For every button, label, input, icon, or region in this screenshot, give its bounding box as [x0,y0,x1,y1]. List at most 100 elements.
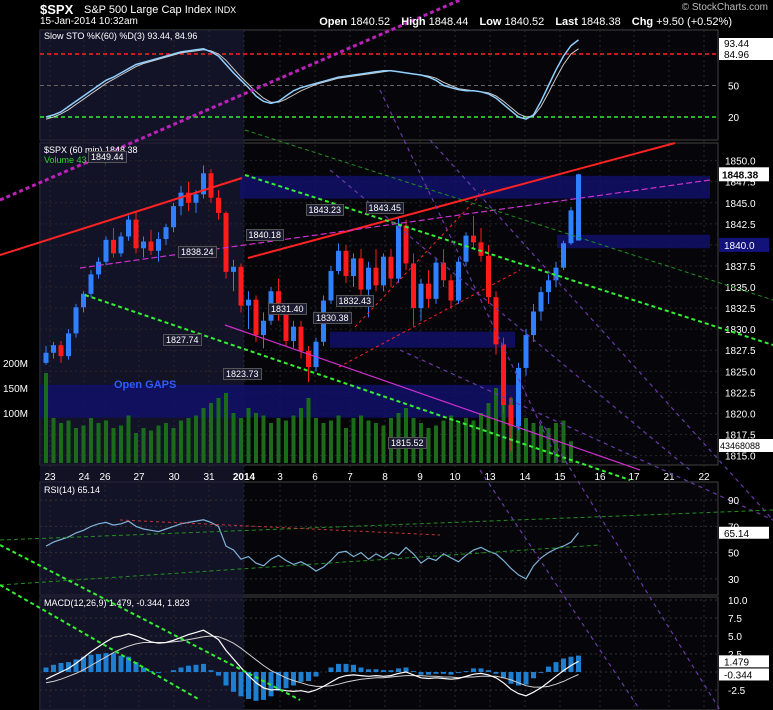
candle-body [291,326,296,341]
volume-bar [44,373,48,463]
volume-bar [126,415,131,463]
sto-tick-label: 20 [728,113,740,124]
candle-body [223,212,229,272]
candle-body [456,261,461,301]
candle-body [103,239,109,262]
candle-body [193,194,199,203]
candle-body [358,258,364,290]
rsi-tick-label: 30 [728,575,740,586]
x-tick-label: 27 [133,472,145,483]
price-annotation: 1843.23 [305,203,345,216]
volume-bar [66,420,71,463]
volume-bar [216,398,221,463]
macd-histogram-bar [553,662,559,672]
volume-bar [209,403,213,463]
macd-histogram-bar [456,672,461,673]
volume-last-text: 43468088 [720,441,760,451]
x-tick-label: 31 [203,472,215,483]
candle-body [216,197,221,213]
last-label: Last [555,16,578,28]
candle-body [253,299,259,336]
volume-bar [374,423,378,463]
price-annotation: 1832.43 [335,294,375,307]
security-name: S&P 500 Large Cap Index INDX [84,4,236,16]
volume-bar [404,408,408,463]
volume-bar [171,428,176,463]
volume-bar [366,420,371,463]
high-value: 1848.44 [428,16,469,28]
volume-bar [51,418,56,463]
exchange: INDX [214,5,237,15]
x-tick-label: 15 [554,472,566,483]
x-tick-label: 30 [168,472,180,483]
macd-legend: MACD(12,26,9) 1.479, -0.344, 1.823 [44,598,190,608]
candle-body [336,250,341,272]
volume-bar [524,418,528,463]
price-tick-label: 1825.0 [725,367,756,378]
macd-histogram-bar [486,670,491,672]
macd-histogram-bar [373,669,379,672]
macd-histogram-bar [403,667,409,672]
price-annotation: 1840.18 [245,229,285,242]
candle-body [531,311,536,336]
x-tick-label: 16 [594,472,606,483]
x-tick-label: 7 [347,472,353,483]
candle-body [411,263,416,309]
candle-body [133,219,139,249]
x-tick-label: 24 [78,472,90,483]
candle-body [486,255,491,298]
candle-body [351,258,356,277]
volume-bar [59,423,63,463]
candle-body [366,267,371,290]
rsi-tick-label: 50 [728,549,740,560]
candle-body [96,261,101,275]
macd-histogram-bar [186,665,191,672]
open-gaps-label: Open GAPS [114,379,177,391]
macd-histogram-bar [313,672,319,677]
candle-body [118,236,124,254]
macd-histogram-bar [193,664,199,672]
volume-bar [74,428,78,463]
candle-body [328,271,334,301]
brand-watermark: © StockCharts.com [681,2,768,13]
macd-tick-label: 10.0 [728,596,748,607]
volume-bar [321,423,326,463]
volume-bar [434,425,438,463]
volume-bar [351,418,356,463]
macd-tick-label: 5.0 [728,632,742,643]
macd-histogram-bar [396,668,401,672]
price-tick-label: 1850.0 [725,157,756,168]
candle-body [448,280,454,301]
volume-bar [186,418,191,463]
macd-histogram-bar [366,669,371,672]
price-tick-label: 1845.0 [725,199,756,210]
rsi-legend: RSI(14) 65.14 [44,485,101,495]
sto-k-value: 93.44 [724,39,749,50]
last-value: 1848.38 [580,16,621,28]
macd-histogram-bar [546,666,551,672]
price-annotation: 1830.38 [313,311,352,324]
macd-histogram-bar [381,670,386,672]
ohlc-summary: Open 1840.52 High 1848.44 Low 1840.52 Last 1… [319,16,740,28]
macd-histogram-bar [306,672,311,681]
volume-tick-label: 100M [3,409,28,420]
price-tick-label: 1835.0 [725,283,756,294]
volume-bar [276,418,281,463]
volume-bar [494,388,498,463]
sto-legend: Slow STO %K(60) %D(3) 93.44, 84.96 [44,31,198,41]
candle-body [238,266,244,306]
macd-tick-label: -2.5 [728,686,746,697]
candle-body [418,283,424,309]
chart-datetime: 15-Jan-2014 10:32am [40,16,138,27]
price-tick-label: 1820.0 [725,409,756,420]
x-tick-label: 14 [519,472,531,483]
marked-price-text: 1840.0 [724,241,755,252]
macd-histogram-bar [141,667,146,672]
candle-body [381,256,386,286]
x-tick-label: 21 [663,472,675,483]
macd-histogram-bar [111,653,116,672]
price-annotation: 1849.44 [88,151,127,164]
macd-histogram-bar [441,672,446,674]
x-tick-label: 22 [698,472,710,483]
candle-body [433,262,439,299]
